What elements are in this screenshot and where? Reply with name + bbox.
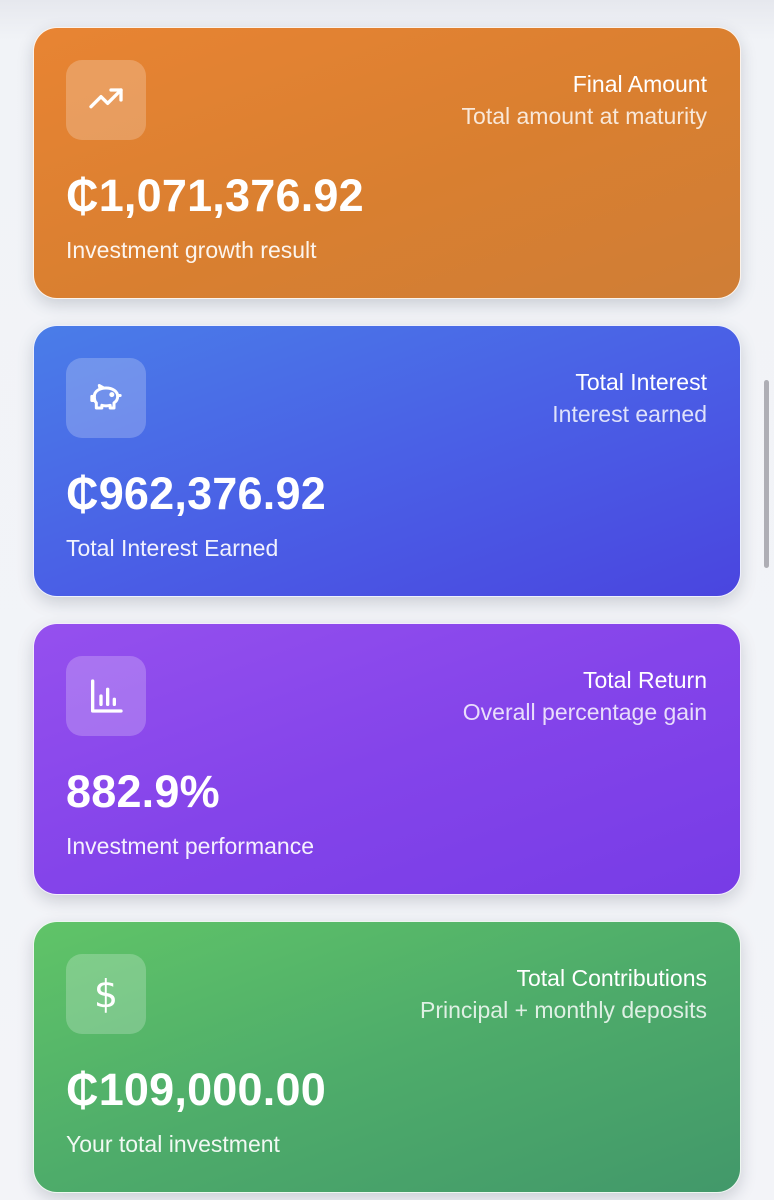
card-title: Final Amount (572, 71, 707, 97)
card-subtitle: Principal + monthly deposits (419, 997, 707, 1023)
card-title: Total Interest (575, 369, 707, 395)
dollar-icon: $ (66, 954, 146, 1034)
card-subtitle: Interest earned (552, 401, 707, 427)
card-subtitle: Overall percentage gain (462, 699, 707, 725)
card-caption: Your total investment (66, 1131, 280, 1157)
dollar-glyph: $ (93, 972, 119, 1016)
card-title: Total Return (582, 667, 707, 693)
card-value: ₵109,000.00 (66, 1064, 326, 1115)
total-interest-card: Total Interest Interest earned ₵962,376.… (33, 325, 741, 597)
total-return-card: Total Return Overall percentage gain 882… (33, 623, 741, 895)
card-caption: Total Interest Earned (66, 535, 279, 561)
card-value: ₵1,071,376.92 (66, 170, 364, 221)
final-amount-card: Final Amount Total amount at maturity ₵1… (33, 27, 741, 299)
card-value: 882.9% (66, 766, 220, 817)
vertical-scrollbar[interactable] (764, 380, 769, 568)
piggy-bank-icon (66, 358, 146, 438)
total-contributions-card: $ Total Contributions Principal + monthl… (33, 921, 741, 1193)
card-caption: Investment performance (66, 833, 315, 859)
bar-chart-icon (66, 656, 146, 736)
card-title: Total Contributions (516, 965, 708, 991)
trending-up-icon (66, 60, 146, 140)
card-value: ₵962,376.92 (66, 468, 326, 519)
card-caption: Investment growth result (66, 237, 317, 263)
card-subtitle: Total amount at maturity (461, 103, 707, 129)
